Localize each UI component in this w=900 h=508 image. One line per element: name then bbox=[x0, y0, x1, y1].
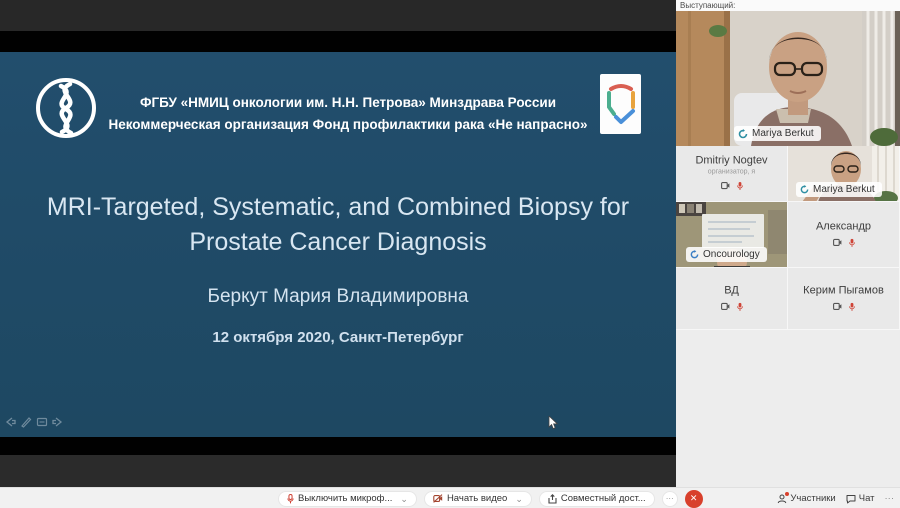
participant-name: Керим Пыгамов bbox=[788, 284, 899, 296]
mic-icon bbox=[737, 302, 743, 311]
speaker-name-pill: Mariya Berkut bbox=[734, 126, 821, 141]
camera-off-icon bbox=[833, 302, 842, 310]
chevron-down-icon[interactable]: ⌄ bbox=[400, 495, 408, 503]
participant-name-pill: Mariya Berkut bbox=[796, 182, 882, 197]
share-screen-label: Совместный дост... bbox=[561, 493, 646, 504]
mic-icon bbox=[737, 181, 743, 190]
letterbox-bottom bbox=[0, 437, 676, 455]
camera-off-icon bbox=[721, 302, 730, 310]
start-video-button[interactable]: Начать видео ⌄ bbox=[424, 491, 532, 507]
end-call-button[interactable]: ✕ bbox=[685, 490, 703, 508]
presenter-top-bar bbox=[0, 0, 676, 31]
main-speaker-video[interactable]: Mariya Berkut bbox=[676, 11, 900, 146]
participants-label: Участники bbox=[790, 493, 835, 504]
slide-header-text: ФГБУ «НМИЦ онкологии им. Н.Н. Петрова» М… bbox=[102, 92, 594, 136]
camera-off-icon bbox=[721, 182, 730, 190]
participant-name: ВД bbox=[676, 284, 787, 296]
slide-header: ФГБУ «НМИЦ онкологии им. Н.Н. Петрова» М… bbox=[0, 64, 676, 184]
share-screen-icon bbox=[548, 494, 557, 504]
participant-tile-dmitriy[interactable]: Dmitriy Nogtev организатор, я bbox=[676, 146, 788, 202]
participant-tile-vd[interactable]: ВД bbox=[676, 268, 788, 330]
next-slide-icon bbox=[51, 415, 65, 429]
app-window: ФГБУ «НМИЦ онкологии им. Н.Н. Петрова» М… bbox=[0, 0, 900, 508]
participant-tile-aleksandr[interactable]: Александр bbox=[788, 202, 900, 268]
letterbox-top bbox=[0, 31, 676, 52]
prev-slide-icon bbox=[3, 415, 17, 429]
shared-screen-area: ФГБУ «НМИЦ онкологии им. Н.Н. Петрова» М… bbox=[0, 0, 676, 487]
slide-nav-controls bbox=[3, 415, 65, 429]
pen-tool-icon bbox=[19, 415, 33, 429]
mic-icon bbox=[849, 238, 855, 247]
chat-label: Чат bbox=[859, 493, 875, 504]
slide-date: 12 октября 2020, Санкт-Петербург bbox=[0, 329, 676, 346]
participant-tile-oncourology[interactable]: Oncourology bbox=[676, 202, 788, 268]
bottom-toolbar: Выключить микроф... ⌄ Начать видео ⌄ Сов… bbox=[0, 487, 900, 508]
mute-mic-label: Выключить микроф... bbox=[298, 493, 392, 504]
speaking-indicator-icon bbox=[800, 185, 809, 194]
start-video-label: Начать видео bbox=[447, 493, 507, 504]
slide-title: MRI-Targeted, Systematic, and Combined B… bbox=[38, 190, 638, 260]
mouse-cursor bbox=[548, 416, 559, 430]
camera-off-icon bbox=[833, 238, 842, 246]
speaker-name: Mariya Berkut bbox=[752, 128, 814, 139]
mute-mic-button[interactable]: Выключить микроф... ⌄ bbox=[278, 491, 417, 507]
mic-icon bbox=[287, 494, 294, 504]
ne-naprasno-logo-icon bbox=[600, 74, 641, 134]
participants-panel: Выступающий: bbox=[676, 0, 900, 487]
participant-name: Mariya Berkut bbox=[813, 184, 875, 195]
share-screen-button[interactable]: Совместный дост... bbox=[539, 491, 655, 507]
presenter-bottom-bar bbox=[0, 455, 676, 487]
participant-tile-mariya-video[interactable]: Mariya Berkut bbox=[788, 146, 900, 202]
participants-button[interactable]: Участники bbox=[777, 493, 835, 504]
more-right-button[interactable]: ··· bbox=[885, 493, 895, 504]
participant-name-pill: Oncourology bbox=[686, 247, 767, 262]
participant-name: Александр bbox=[788, 220, 899, 232]
participant-role: организатор, я bbox=[676, 168, 787, 175]
sidebar-empty-area bbox=[676, 330, 900, 487]
notification-dot bbox=[785, 492, 789, 496]
more-options-button[interactable]: ··· bbox=[662, 491, 678, 507]
camera-off-icon bbox=[433, 494, 443, 503]
speaking-indicator-icon bbox=[738, 129, 748, 139]
mic-icon bbox=[849, 302, 855, 311]
speaking-indicator-icon bbox=[690, 250, 699, 259]
participant-name: Oncourology bbox=[703, 249, 760, 260]
chat-icon bbox=[846, 494, 856, 504]
participant-tile-kerim[interactable]: Керим Пыгамов bbox=[788, 268, 900, 330]
chevron-down-icon[interactable]: ⌄ bbox=[515, 495, 523, 503]
toolbar-right-controls: Участники Чат ··· bbox=[777, 488, 894, 508]
slide-menu-icon bbox=[35, 415, 49, 429]
participant-name: Dmitriy Nogtev bbox=[676, 154, 787, 166]
speaker-panel-label: Выступающий: bbox=[676, 0, 900, 11]
slide-author: Беркут Мария Владимировна bbox=[0, 286, 676, 308]
presentation-slide: ФГБУ «НМИЦ онкологии им. Н.Н. Петрова» М… bbox=[0, 52, 676, 437]
slide-header-line2: Некоммерческая организация Фонд профилак… bbox=[102, 114, 594, 136]
toolbar-center-controls: Выключить микроф... ⌄ Начать видео ⌄ Сов… bbox=[278, 488, 703, 508]
chat-button[interactable]: Чат bbox=[846, 493, 875, 504]
petrov-center-logo-icon bbox=[34, 76, 98, 145]
slide-header-line1: ФГБУ «НМИЦ онкологии им. Н.Н. Петрова» М… bbox=[102, 92, 594, 114]
